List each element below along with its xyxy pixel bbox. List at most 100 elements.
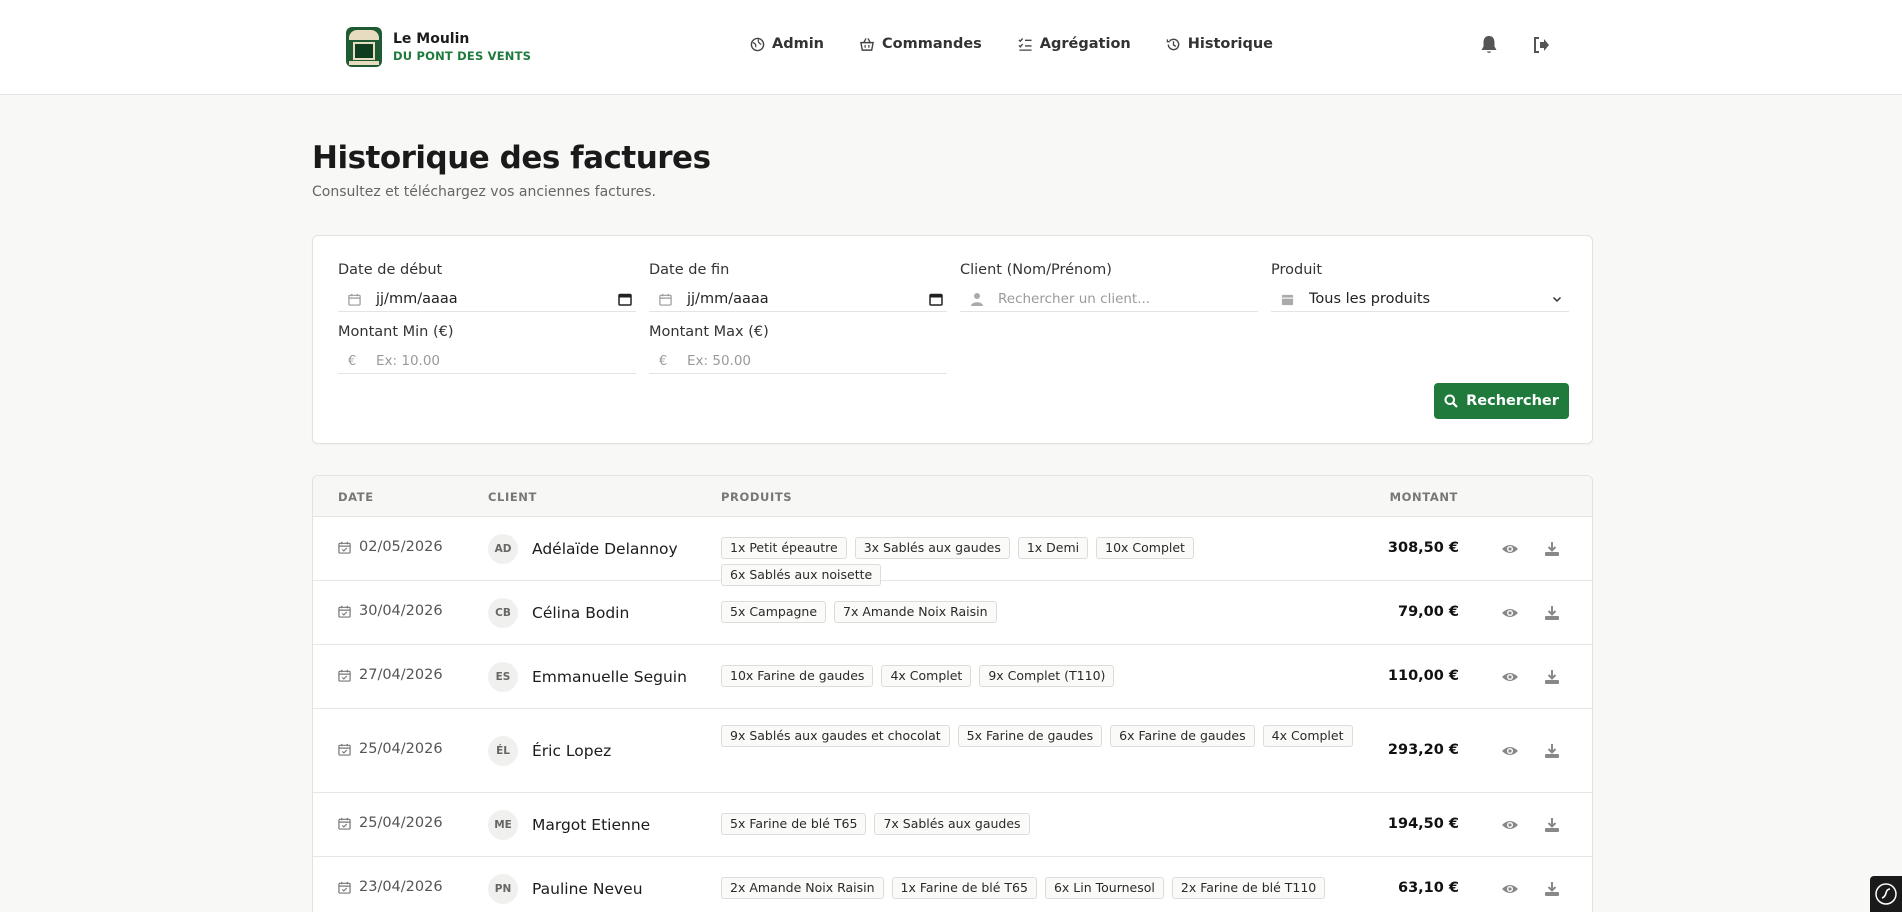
table-row[interactable]: 27/04/2026 ES Emmanuelle Seguin 10x Farine …	[313, 645, 1592, 709]
amount-min-placeholder: Ex: 10.00	[376, 353, 441, 369]
filter-panel: Date de début jj/mm/aaaa Date de fin jj/…	[312, 235, 1593, 444]
brand[interactable]: Le Moulin DU PONT DES VENTS	[346, 27, 531, 67]
nav-item-agregation[interactable]: Agrégation	[1017, 36, 1131, 52]
calendar-check-icon	[338, 669, 351, 682]
table-row[interactable]: 30/04/2026 CB Célina Bodin 5x Campagne 7x Am…	[313, 581, 1592, 645]
basket-icon	[860, 37, 874, 51]
calendar-check-icon	[338, 605, 351, 618]
row-actions	[1501, 668, 1585, 686]
view-icon[interactable]	[1501, 880, 1519, 898]
product-tag: 6x Farine de gaudes	[1110, 725, 1255, 747]
calendar-check-icon	[338, 881, 351, 894]
calendar-check-icon	[338, 743, 351, 756]
column-header-client: CLIENT	[488, 490, 537, 504]
client-cell: AD Adélaïde Delannoy	[488, 534, 678, 564]
column-header-products: PRODUITS	[721, 490, 793, 504]
date-end-filter: Date de fin jj/mm/aaaa	[649, 262, 947, 312]
view-icon[interactable]	[1501, 742, 1519, 760]
table-body: 02/05/2026 AD Adélaïde Delannoy 1x Petit ép…	[313, 517, 1592, 912]
date-picker-icon[interactable]	[618, 292, 632, 306]
client-search-input[interactable]: Rechercher un client...	[960, 287, 1258, 312]
amount-max-placeholder: Ex: 50.00	[687, 353, 752, 369]
logout-icon[interactable]	[1530, 34, 1552, 56]
amount-max-filter: Montant Max (€) € Ex: 50.00	[649, 324, 947, 374]
download-icon[interactable]	[1543, 742, 1561, 760]
date-text: 25/04/2026	[359, 815, 443, 831]
amount-min-input[interactable]: € Ex: 10.00	[338, 349, 636, 374]
search-button-label: Rechercher	[1466, 393, 1559, 409]
nav-item-admin[interactable]: Admin	[750, 36, 824, 52]
amount-max-input[interactable]: € Ex: 50.00	[649, 349, 947, 374]
client-filter: Client (Nom/Prénom) Rechercher un client…	[960, 262, 1258, 312]
product-tag: 5x Farine de blé T65	[721, 813, 867, 835]
table-row[interactable]: 25/04/2026 ME Margot Etienne 5x Farine de b…	[313, 793, 1592, 857]
date-start-input[interactable]: jj/mm/aaaa	[338, 287, 636, 312]
invoice-amount: 110,00 €	[1387, 668, 1459, 684]
nav-item-historique[interactable]: Historique	[1166, 36, 1273, 52]
products-cell: 9x Sablés aux gaudes et chocolat 5x Farin…	[721, 725, 1361, 752]
product-tag: 10x Farine de gaudes	[721, 665, 874, 687]
date-text: 23/04/2026	[359, 879, 443, 895]
products-cell: 5x Campagne 7x Amande Noix Raisin	[721, 601, 1361, 628]
invoice-date: 02/05/2026	[338, 539, 443, 555]
nav-item-commandes[interactable]: Commandes	[859, 36, 982, 52]
search-button[interactable]: Rechercher	[1434, 383, 1569, 419]
products-cell: 5x Farine de blé T65 7x Sablés aux gaudes	[721, 813, 1361, 840]
invoice-amount: 293,20 €	[1387, 742, 1459, 758]
invoice-date: 23/04/2026	[338, 879, 443, 895]
download-icon[interactable]	[1543, 816, 1561, 834]
user-icon	[970, 292, 986, 306]
client-label: Client (Nom/Prénom)	[960, 262, 1112, 278]
view-icon[interactable]	[1501, 816, 1519, 834]
search-icon	[1444, 394, 1458, 408]
globe-icon	[750, 37, 765, 51]
product-label: Produit	[1271, 262, 1323, 278]
symfony-icon	[1875, 883, 1897, 905]
row-actions	[1501, 604, 1585, 622]
debug-toolbar-toggle[interactable]	[1870, 876, 1902, 912]
download-icon[interactable]	[1543, 540, 1561, 558]
product-tag: 7x Amande Noix Raisin	[834, 601, 997, 623]
row-actions	[1501, 880, 1585, 898]
view-icon[interactable]	[1501, 668, 1519, 686]
date-start-label: Date de début	[338, 262, 443, 278]
column-header-amount: MONTANT	[1389, 490, 1458, 504]
table-row[interactable]: 02/05/2026 AD Adélaïde Delannoy 1x Petit ép…	[313, 517, 1592, 586]
date-text: 02/05/2026	[359, 539, 443, 555]
view-icon[interactable]	[1501, 604, 1519, 622]
avatar: ES	[488, 662, 518, 692]
client-name: Emmanuelle Seguin	[532, 668, 687, 686]
date-picker-icon[interactable]	[929, 292, 943, 306]
view-icon[interactable]	[1501, 540, 1519, 558]
amount-max-label: Montant Max (€)	[649, 324, 769, 340]
table-row[interactable]: 25/04/2026 ÉL Éric Lopez 9x Sablés aux gaud…	[313, 709, 1592, 793]
product-tag: 5x Farine de gaudes	[957, 725, 1103, 747]
table-row[interactable]: 23/04/2026 PN Pauline Neveu 2x Amande Noix …	[313, 857, 1592, 912]
product-tag: 6x Lin Tournesol	[1044, 877, 1164, 899]
nav-label: Agrégation	[1039, 36, 1131, 52]
download-icon[interactable]	[1543, 604, 1561, 622]
client-cell: CB Célina Bodin	[488, 598, 629, 628]
calendar-check-icon	[338, 541, 351, 554]
product-tag: 5x Campagne	[721, 601, 827, 623]
history-icon	[1166, 38, 1180, 50]
product-select[interactable]: Tous les produits	[1271, 287, 1569, 312]
amount-min-label: Montant Min (€)	[338, 324, 454, 340]
date-end-label: Date de fin	[649, 262, 730, 278]
download-icon[interactable]	[1543, 668, 1561, 686]
download-icon[interactable]	[1543, 880, 1561, 898]
row-actions	[1501, 742, 1585, 760]
product-tag: 9x Sablés aux gaudes et chocolat	[721, 725, 950, 747]
date-end-input[interactable]: jj/mm/aaaa	[649, 287, 947, 312]
calendar-icon	[1281, 293, 1297, 306]
products-cell: 2x Amande Noix Raisin 1x Farine de blé T6…	[721, 877, 1361, 904]
invoice-amount: 63,10 €	[1397, 880, 1459, 896]
avatar: PN	[488, 874, 518, 904]
product-tag: 2x Farine de blé T110	[1171, 877, 1326, 899]
bell-icon[interactable]	[1478, 34, 1500, 56]
amount-min-filter: Montant Min (€) € Ex: 10.00	[338, 324, 636, 374]
avatar: AD	[488, 534, 518, 564]
product-value: Tous les produits	[1309, 291, 1431, 307]
euro-icon: €	[659, 353, 668, 369]
product-tag: 1x Demi	[1017, 537, 1089, 559]
